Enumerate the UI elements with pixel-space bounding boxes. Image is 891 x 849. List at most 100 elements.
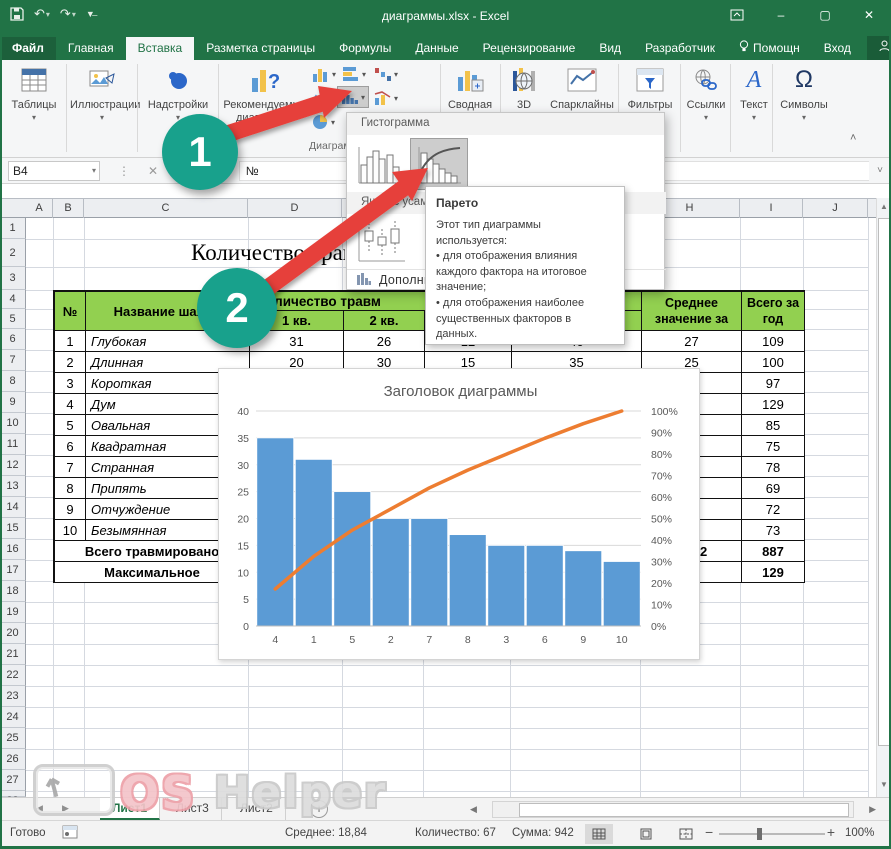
row-header-24[interactable]: 24 (0, 707, 26, 728)
sheet-tab-Лист3[interactable]: Лист3 (164, 798, 222, 820)
row-header-1[interactable]: 1 (0, 218, 26, 239)
row-header-21[interactable]: 21 (0, 644, 26, 665)
ribbon-tab-10[interactable]: Помощн (727, 36, 812, 60)
row-header-17[interactable]: 17 (0, 560, 26, 581)
add-sheet-button[interactable]: + (310, 800, 328, 818)
row-header-20[interactable]: 20 (0, 623, 26, 644)
row-header-9[interactable]: 9 (0, 392, 26, 413)
row-header-25[interactable]: 25 (0, 728, 26, 749)
zoom-out-icon[interactable]: − (705, 824, 713, 840)
macro-record-icon[interactable] (62, 825, 78, 842)
minimize-button[interactable]: – (759, 0, 803, 30)
ribbon-tab-2[interactable]: Главная (56, 37, 126, 60)
insert-combo-chart-button[interactable]: ▾ (374, 90, 398, 106)
row-header-12[interactable]: 12 (0, 455, 26, 476)
scroll-right-icon[interactable]: ▶ (869, 804, 876, 815)
filters-button[interactable]: Фильтры (622, 63, 678, 112)
ribbon-tab-6[interactable]: Данные (403, 37, 470, 60)
dots-divider: ⋮ (118, 164, 130, 178)
row-header-19[interactable]: 19 (0, 602, 26, 623)
row-header-23[interactable]: 23 (0, 686, 26, 707)
ribbon-tab-7[interactable]: Рецензирование (471, 37, 588, 60)
ribbon-tab-11[interactable]: Вход (812, 37, 863, 60)
column-header-A[interactable]: A (26, 199, 53, 218)
zoom-in-icon[interactable]: + (827, 824, 835, 840)
close-button[interactable]: ✕ (847, 0, 891, 30)
maximize-button[interactable]: ▢ (803, 0, 847, 30)
ribbon-tab-8[interactable]: Вид (587, 37, 633, 60)
zoom-handle[interactable] (757, 828, 762, 840)
name-box[interactable]: B4▾ (8, 161, 100, 181)
tab-nav-right-icon[interactable]: ▶ (62, 803, 69, 814)
scroll-down-icon[interactable]: ▼ (880, 780, 888, 789)
ribbon-display-options-icon[interactable] (715, 0, 759, 30)
zoom-track[interactable] (719, 833, 825, 835)
name-box-caret-icon[interactable]: ▾ (92, 166, 96, 175)
pareto-chart[interactable]: 05101520253035400%10%20%30%40%50%60%70%8… (218, 368, 700, 660)
page-layout-view-button[interactable] (632, 824, 660, 844)
sheet-tab-Лист2[interactable]: Лист2 (228, 798, 286, 820)
column-header-B[interactable]: B (53, 199, 84, 218)
links-button[interactable]: Ссылки▾ (684, 63, 728, 122)
insert-line-chart-button[interactable]: ▾ (310, 90, 334, 106)
column-header-D[interactable]: D (248, 199, 342, 218)
column-header-J[interactable]: J (803, 199, 868, 218)
sparklines-button[interactable]: Спарклайны (548, 63, 616, 112)
normal-view-button[interactable] (585, 824, 613, 844)
column-header-I[interactable]: I (740, 199, 803, 218)
row-header-27[interactable]: 27 (0, 770, 26, 791)
ribbon-tab-5[interactable]: Формулы (327, 37, 403, 60)
scroll-left-icon[interactable]: ◀ (470, 804, 477, 815)
horizontal-scroll-thumb[interactable] (519, 803, 849, 817)
symbols-button[interactable]: Ω Символы▾ (776, 63, 832, 122)
row-header-8[interactable]: 8 (0, 371, 26, 392)
insert-bar-chart-button[interactable]: ▾ (342, 66, 366, 82)
ribbon-tab-1[interactable]: Файл (0, 37, 56, 60)
ribbon-tab-4[interactable]: Разметка страницы (194, 37, 327, 60)
insert-statistic-chart-button[interactable]: ▾ (338, 87, 368, 107)
row-header-16[interactable]: 16 (0, 539, 26, 560)
ribbon-tab-label: Помощн (753, 41, 800, 55)
row-header-7[interactable]: 7 (0, 350, 26, 371)
pareto-chart-thumbnail[interactable] (411, 139, 467, 189)
row-header-2[interactable]: 2 (0, 239, 26, 267)
row-header-26[interactable]: 26 (0, 749, 26, 770)
pivot-chart-button[interactable]: Сводная (444, 63, 496, 112)
horizontal-scroll-track[interactable] (492, 801, 854, 818)
svg-text:0: 0 (243, 621, 249, 633)
row-header-13[interactable]: 13 (0, 476, 26, 497)
illustrations-button[interactable]: Иллюстрации▾ (70, 63, 134, 122)
text-button[interactable]: A Текст▾ (734, 63, 774, 122)
row-header-22[interactable]: 22 (0, 665, 26, 686)
insert-pie-chart-button[interactable]: ▾ (312, 114, 335, 130)
row-header-5[interactable]: 5 (0, 309, 26, 329)
sheet-tab-Лист1[interactable]: Лист1 (100, 798, 160, 820)
ribbon-tab-9[interactable]: Разработчик (633, 37, 727, 60)
row-header-3[interactable]: 3 (0, 267, 26, 290)
row-header-14[interactable]: 14 (0, 497, 26, 518)
page-break-view-button[interactable] (672, 824, 700, 844)
row-header-11[interactable]: 11 (0, 434, 26, 455)
map-3d-button[interactable]: 3D (502, 63, 546, 112)
row-header-6[interactable]: 6 (0, 329, 26, 350)
cancel-icon[interactable]: ✕ (148, 164, 158, 178)
tooltip-line: • для отображения влияния каждого фактор… (436, 249, 614, 296)
insert-column-chart-button[interactable]: ▾ (312, 66, 336, 82)
row-header-10[interactable]: 10 (0, 413, 26, 434)
expand-formula-bar-icon[interactable]: ˅ (869, 165, 891, 176)
recommended-charts-button[interactable]: ? Рекомендуемые диаграммы (222, 63, 308, 125)
collapse-ribbon-button[interactable]: ˄ (850, 132, 856, 144)
column-header-C[interactable]: C (84, 199, 248, 218)
ribbon-tab-3[interactable]: Вставка (126, 37, 195, 60)
horizontal-scrollbar[interactable]: ◀ ▶ (470, 801, 876, 818)
row-header-18[interactable]: 18 (0, 581, 26, 602)
row-header-15[interactable]: 15 (0, 518, 26, 539)
box-whisker-thumbnail[interactable] (355, 217, 409, 265)
ribbon-tab-12[interactable]: Общий доступ (867, 36, 891, 60)
tables-button[interactable]: Таблицы▾ (6, 63, 62, 122)
histogram-chart-thumbnail[interactable] (353, 139, 409, 189)
insert-waterfall-chart-button[interactable]: ▾ (374, 66, 398, 82)
scroll-up-icon[interactable]: ▲ (880, 202, 888, 211)
tab-nav-left-icon[interactable]: ◀ (36, 803, 43, 814)
row-header-4[interactable]: 4 (0, 290, 26, 309)
